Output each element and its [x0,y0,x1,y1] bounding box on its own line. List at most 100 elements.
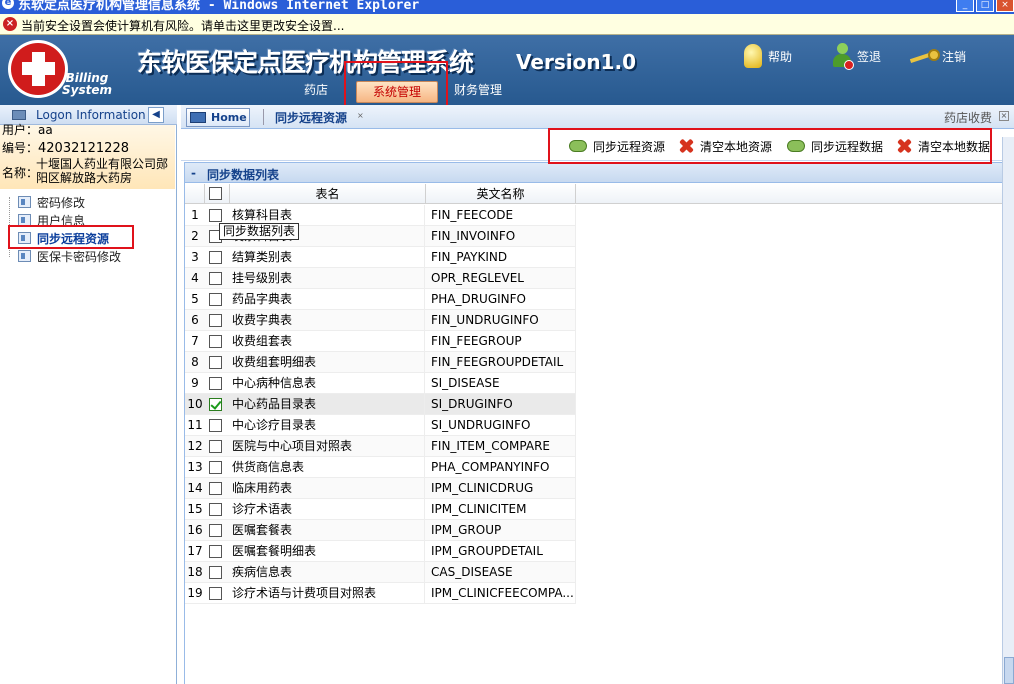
sync-icon [569,140,587,152]
row-checkbox[interactable] [209,251,222,264]
clear-local-resource-button[interactable]: 清空本地资源 [678,136,772,156]
sidebar-item-card-password-change[interactable]: 医保卡密码修改 [18,247,121,265]
row-number: 13 [187,460,203,474]
row-checkbox[interactable] [209,335,222,348]
page-icon [18,250,31,262]
sync-remote-resource-button[interactable]: 同步远程资源 [569,136,665,156]
row-checkbox[interactable] [209,356,222,369]
table-row[interactable]: 19 诊疗术语与计费项目对照表 IPM_CLINICFEECOMPA... [185,583,576,604]
table-row[interactable]: 12 医院与中心项目对照表 FIN_ITEM_COMPARE [185,436,576,457]
sidebar-item-user-info[interactable]: 用户信息 [18,211,85,229]
delete-icon [896,138,912,154]
table-name-cell: 医嘱套餐表 [230,520,425,540]
select-all-checkbox[interactable] [209,187,222,200]
logo-caption: Billing System [62,71,112,97]
english-name-cell: IPM_GROUPDETAIL [426,541,576,561]
table-row[interactable]: 17 医嘱套餐明细表 IPM_GROUPDETAIL [185,541,576,562]
row-number: 9 [191,376,199,390]
home-icon [190,112,206,123]
row-checkbox[interactable] [209,293,222,306]
table-row[interactable]: 11 中心诊疗目录表 SI_UNDRUGINFO [185,415,576,436]
security-message[interactable]: 当前安全设置会使计算机有风险。请单击这里更改安全设置... [21,17,344,34]
column-header-row: 表名 英文名称 [185,184,1004,204]
row-checkbox[interactable] [209,440,222,453]
collapse-grid-button[interactable]: - [191,166,196,180]
table-row[interactable]: 18 疾病信息表 CAS_DISEASE [185,562,576,583]
maximize-button[interactable]: □ [976,0,994,12]
row-checkbox[interactable] [209,503,222,516]
table-row[interactable]: 5 药品字典表 PHA_DRUGINFO [185,289,576,310]
table-row[interactable]: 15 诊疗术语表 IPM_CLINICITEM [185,499,576,520]
row-number: 1 [191,208,199,222]
row-checkbox[interactable] [209,419,222,432]
table-row[interactable]: 9 中心病种信息表 SI_DISEASE [185,373,576,394]
logon-info-panel: 用户：aa 编号：42032121228 名称： 十堰国人药业有限公司郧 阳区解… [0,123,175,189]
row-checkbox[interactable] [209,377,222,390]
row-checkbox[interactable] [209,272,222,285]
tab-sync-remote-resource[interactable]: 同步远程资源 [275,109,347,126]
table-row[interactable]: 10 中心药品目录表 SI_DRUGINFO [185,394,576,415]
row-checkbox[interactable] [209,461,222,474]
table-row[interactable]: 13 供货商信息表 PHA_COMPANYINFO [185,457,576,478]
column-header-table-name[interactable]: 表名 [230,184,426,204]
english-name-cell: FIN_FEEGROUP [426,331,576,351]
row-number: 19 [187,586,203,600]
table-name-cell: 收费字典表 [230,310,425,330]
table-row[interactable]: 7 收费组套表 FIN_FEEGROUP [185,331,576,352]
home-tab[interactable]: Home [186,108,250,127]
row-number: 4 [191,271,199,285]
english-name-cell: FIN_PAYKIND [426,247,576,267]
table-row[interactable]: 4 挂号级别表 OPR_REGLEVEL [185,268,576,289]
collapse-sidebar-button[interactable]: ◀ [148,107,164,123]
row-number: 2 [191,229,199,243]
row-number: 15 [187,502,203,516]
menu-tab-finance[interactable]: 财务管理 [454,78,502,102]
close-window-button[interactable]: × [996,0,1014,12]
table-name-cell: 结算类别表 [230,247,425,267]
sidebar: Logon Information ◀ 用户：aa 编号：42032121228… [0,105,177,684]
red-cross-logo-icon [8,40,68,98]
page-icon [18,196,31,208]
table-row[interactable]: 16 医嘱套餐表 IPM_GROUP [185,520,576,541]
code-line: 编号：42032121228 [2,141,129,156]
right-edge-scrollbar[interactable] [1002,137,1014,684]
row-checkbox[interactable] [209,524,222,537]
security-info-bar[interactable]: × 当前安全设置会使计算机有风险。请单击这里更改安全设置... [0,14,1014,35]
table-name-cell: 挂号级别表 [230,268,425,288]
logout-button[interactable]: 注销 [908,42,966,70]
row-checkbox[interactable] [209,314,222,327]
menu-tab-pharmacy[interactable]: 药店 [304,78,328,102]
minimize-button[interactable]: _ [956,0,974,12]
menu-tab-system-management[interactable]: 系统管理 [356,81,438,103]
table-row[interactable]: 6 收费字典表 FIN_UNDRUGINFO [185,310,576,331]
lightbulb-icon [744,44,762,68]
help-button[interactable]: 帮助 [744,42,792,70]
row-checkbox[interactable] [209,566,222,579]
row-checkbox[interactable] [209,545,222,558]
clear-local-data-button[interactable]: 清空本地数据 [896,136,990,156]
sidebar-item-password-change[interactable]: 密码修改 [18,193,85,211]
row-checkbox[interactable] [209,398,222,411]
close-tab-icon[interactable]: × [357,112,365,120]
grid-title: 同步数据列表 [207,168,280,182]
signout-button[interactable]: 签退 [832,42,881,70]
sidebar-item-sync-remote-resource[interactable]: 同步远程资源 [18,229,109,247]
sync-remote-data-button[interactable]: 同步远程数据 [787,136,883,156]
window-title-bar: e 东软定点医疗机构管理信息系统 - Windows Internet Expl… [0,0,1014,14]
sync-data-grid: - 同步数据列表 表名 英文名称 1核算科目表FIN_FEECODE2发票科目表… [184,162,1005,684]
window-title: 东软定点医疗机构管理信息系统 - Windows Internet Explor… [18,0,420,13]
close-panel-icon[interactable]: × [999,111,1009,121]
row-checkbox[interactable] [209,209,222,222]
row-number: 18 [187,565,203,579]
table-row[interactable]: 8 收费组套明细表 FIN_FEEGROUPDETAIL [185,352,576,373]
column-header-english-name[interactable]: 英文名称 [426,184,576,204]
table-name-cell: 药品字典表 [230,289,425,309]
row-checkbox[interactable] [209,482,222,495]
english-name-cell: FIN_FEECODE [426,205,576,225]
row-checkbox[interactable] [209,587,222,600]
ie-icon: e [2,0,14,9]
pharmacy-charge-label: 药店收费 [944,111,993,125]
table-row[interactable]: 14 临床用药表 IPM_CLINICDRUG [185,478,576,499]
english-name-cell: OPR_REGLEVEL [426,268,576,288]
table-row[interactable]: 3 结算类别表 FIN_PAYKIND [185,247,576,268]
